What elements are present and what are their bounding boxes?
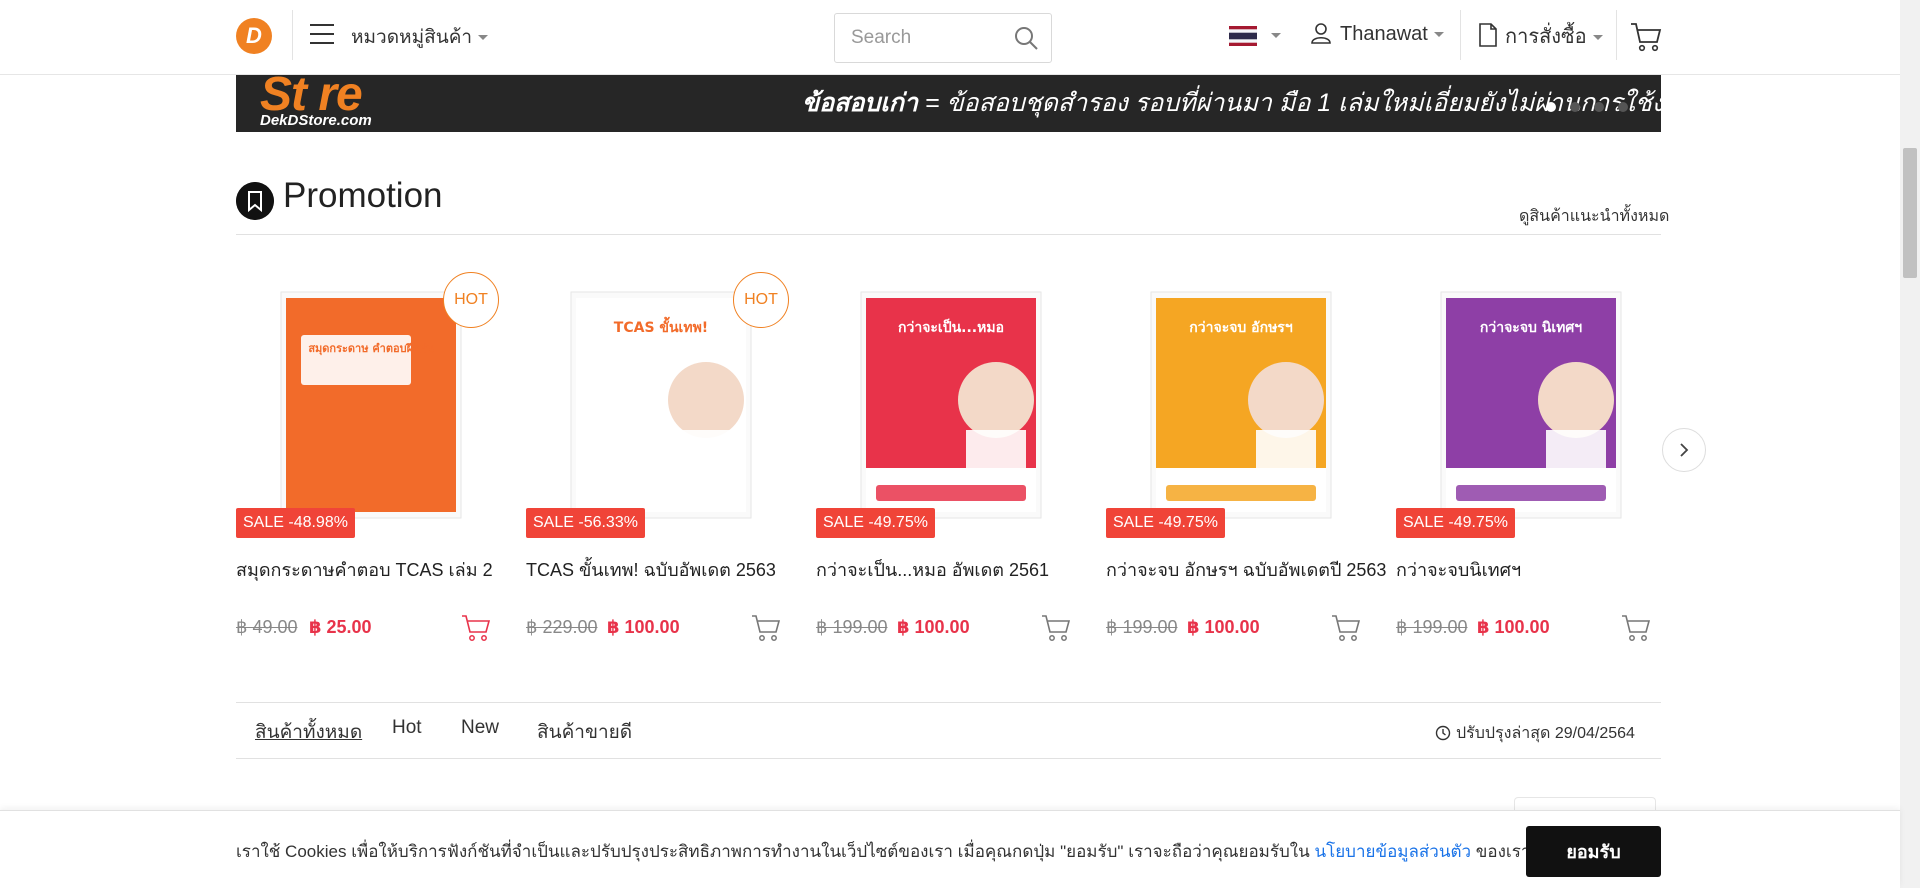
search-box [834,13,1052,63]
original-price: ฿ 199.00 [1396,617,1468,637]
view-all-link[interactable]: ดูสินค้าแนะนำทั้งหมด [1519,204,1669,229]
last-updated: ปรับปรุงล่าสุด 29/04/2564 [1435,721,1635,746]
language-chevron-down-icon[interactable] [1271,33,1281,38]
original-price: ฿ 199.00 [816,617,888,637]
add-to-cart-icon[interactable] [1621,614,1651,642]
product-cover-image[interactable]: กว่าจะจบ อักษรฯ [1126,290,1356,520]
banner-domain: DekDStore.com [260,112,372,129]
carousel-dot[interactable] [1618,102,1628,112]
section-title: Promotion [283,176,443,215]
product-tabs: สินค้าทั้งหมด Hot New สินค้าขายดี ปรับปร… [236,702,1661,759]
page-scrollbar[interactable] [1900,0,1920,888]
sale-badge: SALE -49.75% [1106,508,1225,538]
accept-cookies-button[interactable]: ยอมรับ [1526,826,1661,877]
carousel-dot[interactable] [1546,102,1556,112]
section-divider [236,234,1661,235]
sale-price: ฿ 25.00 [309,617,372,637]
dekd-logo[interactable]: D [236,18,272,54]
chevron-down-icon [478,35,489,41]
product-name[interactable]: TCAS ขั้นเทพ! ฉบับอัพเดต 2563 [526,555,776,584]
product-name[interactable]: สมุดกระดาษคำตอบ TCAS เล่ม 2 [236,555,493,584]
sale-badge: SALE -49.75% [1396,508,1515,538]
carousel-dot[interactable] [1594,102,1604,112]
banner-carousel[interactable]: St re DekDStore.com ข้อสอบเก่า = ข้อสอบช… [236,75,1661,132]
last-updated-text: ปรับปรุงล่าสุด 29/04/2564 [1456,725,1635,742]
chevron-down-icon [1592,35,1603,41]
orders-label: การสั่งซื้อ [1505,26,1587,48]
product-name[interactable]: กว่าจะจบ อักษรฯ ฉบับอัพเดตปี 2563 [1106,555,1386,584]
sale-price: ฿ 100.00 [1187,617,1260,637]
sale-price: ฿ 100.00 [897,617,970,637]
category-menu-label: หมวดหมู่สินค้า [351,27,473,48]
search-input[interactable] [836,15,996,61]
sale-badge: SALE -48.98% [236,508,355,538]
carousel-dot[interactable] [1570,102,1580,112]
banner-bold-text: ข้อสอบเก่า [802,89,918,117]
cover-title: กว่าจะจบ นิเทศฯ [1480,320,1582,336]
user-name: Thanawat [1340,23,1428,45]
product-name[interactable]: กว่าจะเป็น...หมอ อัพเดต 2561 [816,555,1049,584]
tab-best-seller[interactable]: สินค้าขายดี [537,717,632,747]
hamburger-menu-icon[interactable] [310,24,334,44]
clock-icon [1435,725,1451,741]
cookie-text: เราใช้ Cookies เพื่อให้บริการฟังก์ชันที่… [236,838,1530,865]
carousel-next-button[interactable] [1662,428,1706,472]
header-divider [292,10,293,60]
cover-title: กว่าจะจบ อักษรฯ [1189,320,1293,336]
original-price: ฿ 49.00 [236,617,298,637]
banner-text: ข้อสอบเก่า = ข้อสอบชุดสำรอง รอบที่ผ่านมา… [802,83,1661,123]
scrollbar-thumb[interactable] [1903,148,1917,278]
search-icon[interactable] [1013,25,1039,51]
product-card[interactable]: กว่าจะจบ อักษรฯ SALE -49.75% กว่าจะจบ อักษ… [1106,272,1386,652]
sale-price: ฿ 100.00 [1477,617,1550,637]
header-divider [1616,10,1617,60]
document-icon [1479,23,1497,47]
sale-price: ฿ 100.00 [607,617,680,637]
add-to-cart-icon[interactable] [751,614,781,642]
sale-badge: SALE -49.75% [816,508,935,538]
sale-badge: SALE -56.33% [526,508,645,538]
original-price: ฿ 229.00 [526,617,598,637]
product-card[interactable]: สมุดกระดาษ คำตอบฝึกฝน HOT SALE -48.98% สมุด… [236,272,501,652]
product-card[interactable]: กว่าจะจบ นิเทศฯ SALE -49.75% กว่าจะจบนิเทศ… [1396,272,1661,652]
add-to-cart-icon[interactable] [461,614,491,642]
chevron-right-icon [1680,443,1689,457]
chevron-down-icon [1433,32,1444,38]
product-card[interactable]: กว่าจะเป็น...หมอ SALE -49.75% กว่าจะเป็น..… [816,272,1081,652]
add-to-cart-icon[interactable] [1041,614,1071,642]
bookmark-icon [236,182,274,220]
tab-new[interactable]: New [461,717,499,739]
product-cover-image[interactable]: กว่าจะเป็น...หมอ [836,290,1066,520]
tab-hot[interactable]: Hot [392,717,422,739]
original-price: ฿ 199.00 [1106,617,1178,637]
hot-badge: HOT [443,272,499,328]
thai-flag-icon[interactable] [1229,26,1257,46]
cookie-suffix: ของเรา [1471,842,1531,861]
header-divider [1460,10,1461,60]
product-cover-image[interactable]: กว่าจะจบ นิเทศฯ [1416,290,1646,520]
site-header: D หมวดหมู่สินค้า Thanawat การสั่งซื้อ [0,0,1900,75]
cover-title: กว่าจะเป็น...หมอ [898,318,1004,336]
cart-icon[interactable] [1630,22,1662,52]
product-cover-image[interactable]: TCAS ขั้นเทพ! [546,290,776,520]
product-cover-image[interactable]: สมุดกระดาษ คำตอบฝึกฝน [256,290,486,520]
privacy-policy-link[interactable]: นโยบายข้อมูลส่วนตัว [1314,842,1471,861]
cover-title: สมุดกระดาษ คำตอบฝึกฝน [308,342,434,356]
user-menu[interactable]: Thanawat [1310,22,1444,46]
carousel-dots [1546,99,1642,117]
orders-menu[interactable]: การสั่งซื้อ [1479,20,1603,52]
cookie-consent-bar: เราใช้ Cookies เพื่อให้บริการฟังก์ชันที่… [0,810,1900,888]
product-name[interactable]: กว่าจะจบนิเทศฯ [1396,555,1521,584]
add-to-cart-icon[interactable] [1331,614,1361,642]
user-icon [1311,23,1331,44]
hot-badge: HOT [733,272,789,328]
category-menu[interactable]: หมวดหมู่สินค้า [351,22,489,52]
tab-all-products[interactable]: สินค้าทั้งหมด [255,717,362,747]
product-card[interactable]: TCAS ขั้นเทพ! HOT SALE -56.33% TCAS ขั้นเทพ… [526,272,791,652]
cookie-message: เราใช้ Cookies เพื่อให้บริการฟังก์ชันที่… [236,842,1315,861]
